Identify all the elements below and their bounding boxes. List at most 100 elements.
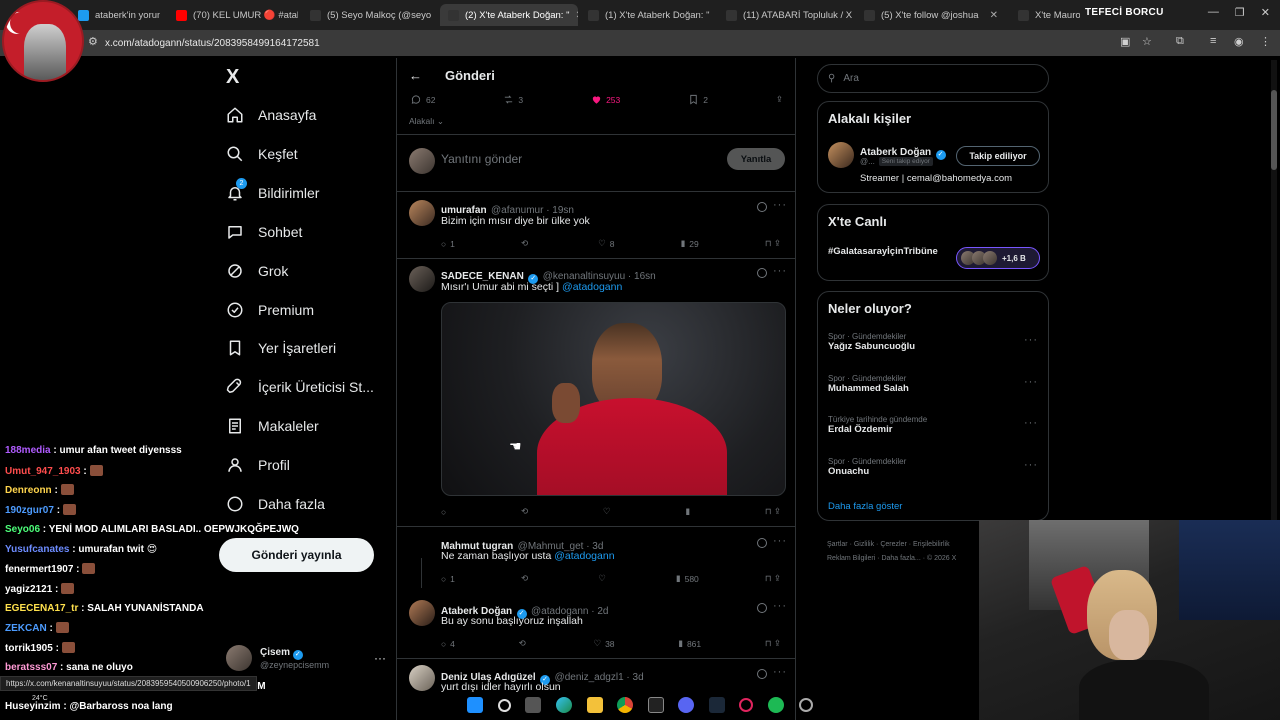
edge-icon[interactable] <box>556 697 573 713</box>
like-action[interactable]: ♡ 38 <box>593 638 614 649</box>
views-action[interactable]: ▮ <box>685 506 694 517</box>
more-icon[interactable]: ··· <box>773 199 787 211</box>
steam-icon[interactable] <box>708 697 725 713</box>
repost-action[interactable]: ⟲ <box>521 506 532 517</box>
browser-tab[interactable]: ataberk'in yorumu s✕ <box>70 4 160 26</box>
trend-item[interactable]: Spor · Gündemdekiler Muhammed Salah ··· <box>828 374 1038 394</box>
close-icon[interactable]: ✕ <box>1261 6 1270 19</box>
x-app-icon[interactable] <box>647 697 664 713</box>
mention-link[interactable]: @atadogann <box>554 550 614 562</box>
chat-username[interactable]: Denreonn <box>5 485 52 496</box>
trend-item[interactable]: Türkiye tarihinde gündemde Erdal Özdemir ·… <box>828 415 1038 435</box>
sidebar-item-premium[interactable]: Premium <box>226 301 314 319</box>
repost-count[interactable]: 3 <box>503 94 523 105</box>
avatar[interactable] <box>828 142 854 168</box>
more-icon[interactable]: ··· <box>773 666 787 678</box>
more-icon[interactable]: ··· <box>1024 334 1038 346</box>
back-arrow-icon[interactable]: ← <box>409 68 422 83</box>
sidebar-item-more-circle[interactable]: Daha fazla <box>226 495 325 513</box>
footer-link[interactable]: Şartlar <box>827 541 848 548</box>
browser-tab[interactable]: (11) ATABARİ Topluluk / X ✕ <box>718 4 854 26</box>
more-icon[interactable]: ··· <box>773 600 787 612</box>
chat-username[interactable]: 188media <box>5 445 51 456</box>
account-switcher[interactable]: Çisem ✓ @zeynepcisemm ··· <box>226 643 386 673</box>
settings-icon[interactable] <box>798 698 813 712</box>
reply-action[interactable]: ○ <box>441 506 450 517</box>
chat-username[interactable]: Umut_947_1903 <box>5 466 81 477</box>
views-action[interactable]: ▮ 861 <box>678 638 701 649</box>
chat-username[interactable]: beratsss07 <box>5 662 57 673</box>
browser-tab[interactable]: X'te Mauro Mer✕ <box>1010 4 1080 26</box>
reply-input[interactable]: Yanıtını gönder <box>441 152 522 166</box>
mention-link[interactable]: @atadogann <box>562 281 622 293</box>
sidebar-item-grok[interactable]: Grok <box>226 262 288 280</box>
browser-tab[interactable]: (2) X'te Ataberk Doğan: " ✕ <box>440 4 578 26</box>
live-participants[interactable]: +1,6 B <box>956 247 1040 269</box>
show-more-link[interactable]: Daha fazla göster <box>828 501 902 512</box>
author-handle[interactable]: @deniz_adgzl1 · 3d <box>555 672 644 683</box>
grok-icon[interactable] <box>757 538 767 548</box>
bookmark-action[interactable]: ⊓ ⇪ <box>765 238 781 249</box>
repost-action[interactable]: ⟲ <box>521 238 532 249</box>
search-input[interactable]: ⚲ Ara <box>817 64 1049 93</box>
reply-button[interactable]: Yanıtla <box>727 148 785 170</box>
live-topic[interactable]: #GalatasarayİçinTribüne <box>828 245 948 258</box>
tab-close-icon[interactable]: ✕ <box>990 10 998 21</box>
footer-link[interactable]: Çerezler <box>880 541 906 548</box>
extensions-icon[interactable]: ⧉ <box>1176 35 1184 48</box>
folder-icon[interactable] <box>586 697 603 713</box>
tab-close-icon[interactable]: ✕ <box>715 10 716 21</box>
profile-icon[interactable]: ◉ <box>1234 35 1244 48</box>
footer-link[interactable]: Gizlilik <box>854 541 874 548</box>
x-logo[interactable]: X <box>226 66 239 89</box>
footer-link[interactable]: Daha fazla... <box>881 555 920 562</box>
sidebar-item-profile[interactable]: Profil <box>226 456 290 474</box>
more-icon[interactable]: ··· <box>374 651 386 665</box>
star-icon[interactable]: ☆ <box>1142 35 1152 48</box>
search-icon[interactable] <box>497 698 511 712</box>
sidebar-item-bookmark[interactable]: Yer İşaretleri <box>226 339 336 357</box>
reading-list-icon[interactable]: ≡ <box>1210 35 1216 47</box>
grok-icon[interactable] <box>757 268 767 278</box>
restore-icon[interactable]: ❐ <box>1235 6 1245 19</box>
sidebar-item-bell[interactable]: 2 Bildirimler <box>226 177 319 202</box>
scrollbar-thumb[interactable] <box>1271 90 1277 170</box>
post-image[interactable] <box>441 302 786 496</box>
url-bar[interactable]: x.com/atadogann/status/20839584991641725… <box>70 33 1110 53</box>
chat-username[interactable]: torrik1905 <box>5 643 53 654</box>
more-icon[interactable]: ··· <box>1024 417 1038 429</box>
spotify-icon[interactable] <box>768 697 785 713</box>
views-action[interactable]: ▮ 580 <box>676 573 699 584</box>
minimize-icon[interactable]: — <box>1208 6 1219 19</box>
post-button[interactable]: Gönderi yayınla <box>219 538 374 572</box>
more-icon[interactable]: ··· <box>1024 376 1038 388</box>
sidebar-item-home[interactable]: Anasayfa <box>226 106 316 124</box>
sidebar-item-article[interactable]: Makaleler <box>226 417 319 435</box>
discord-icon[interactable] <box>678 697 695 713</box>
chat-username[interactable]: ZEKCAN <box>5 623 47 634</box>
more-icon[interactable]: ··· <box>773 265 787 277</box>
bookmark-action[interactable]: ⊓ ⇪ <box>765 573 781 584</box>
reply-action[interactable]: ○ 4 <box>441 638 455 649</box>
menu-icon[interactable]: ⋮ <box>1260 35 1271 48</box>
footer-link[interactable]: Erişilebilirlik <box>913 541 950 548</box>
sidebar-item-chat[interactable]: Sohbet <box>226 223 302 241</box>
cast-icon[interactable]: ▣ <box>1120 35 1130 48</box>
trend-item[interactable]: Spor · Gündemdekiler Onuachu ··· <box>828 457 1038 477</box>
grok-icon[interactable] <box>757 669 767 679</box>
following-button[interactable]: Takip ediliyor <box>956 146 1040 166</box>
chat-username[interactable]: fenermert1907 <box>5 564 73 575</box>
bookmark-action[interactable]: ⊓ ⇪ <box>765 506 781 517</box>
sidebar-item-search[interactable]: Keşfet <box>226 145 298 163</box>
grok-icon[interactable] <box>757 202 767 212</box>
user-handle[interactable]: @... <box>860 157 875 166</box>
chrome-icon[interactable] <box>617 697 634 713</box>
chat-username[interactable]: Seyo06 <box>5 524 40 535</box>
reply-count[interactable]: 62 <box>411 94 435 105</box>
share-icon[interactable]: ⇪ <box>776 94 783 105</box>
browser-tab[interactable]: (5) X'te follow @joshua ✕ <box>856 4 1006 26</box>
browser-tab[interactable]: (5) Seyo Malkoç (@seyo✕ <box>302 4 434 26</box>
grok-icon[interactable] <box>757 603 767 613</box>
reply-action[interactable]: ○ 1 <box>441 238 455 249</box>
repost-action[interactable]: ⟲ <box>519 638 530 649</box>
